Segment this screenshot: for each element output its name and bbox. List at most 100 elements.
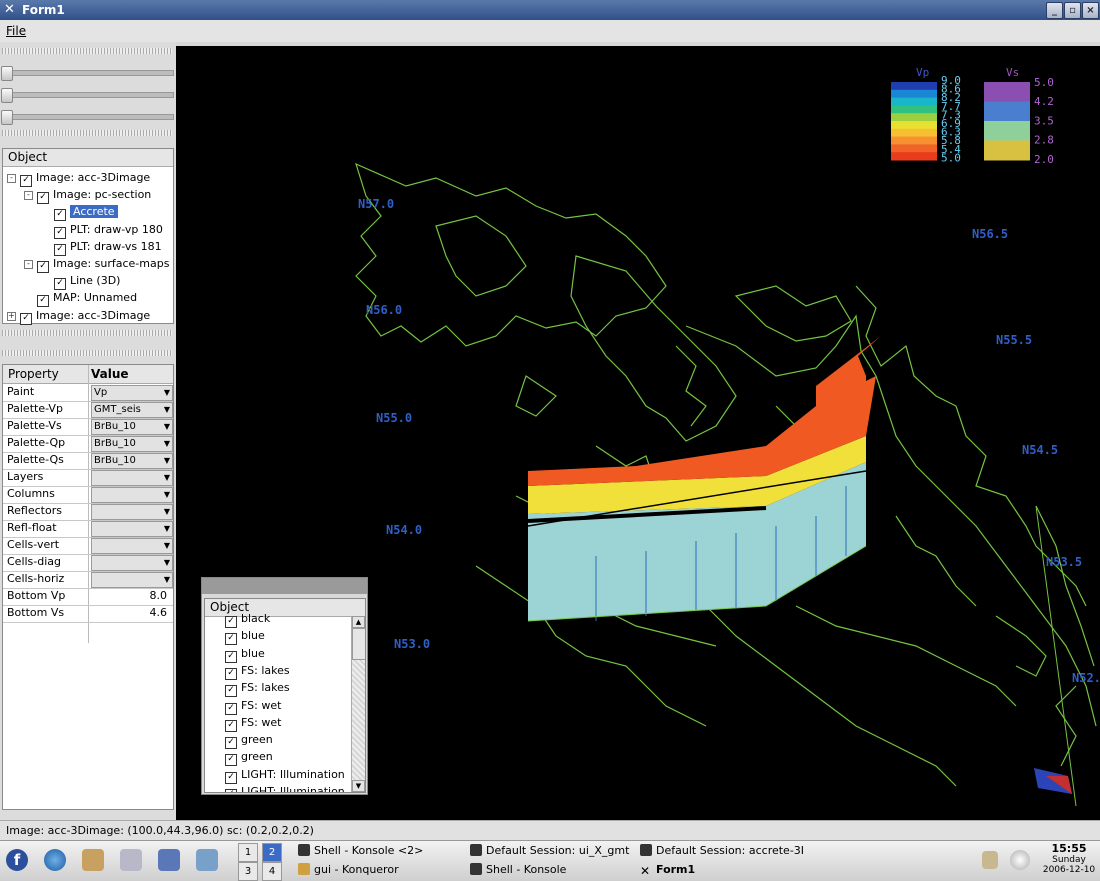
property-dropdown[interactable]: ▼: [91, 521, 173, 537]
property-dropdown[interactable]: ▼: [91, 470, 173, 486]
checkbox[interactable]: ✓: [225, 616, 237, 628]
expand-toggle[interactable]: -: [24, 260, 33, 269]
checkbox[interactable]: ✓: [37, 192, 49, 205]
expand-toggle[interactable]: -: [7, 174, 16, 183]
task-konsole[interactable]: Shell - Konsole: [470, 861, 566, 879]
property-dropdown[interactable]: ▼: [91, 487, 173, 503]
checkbox[interactable]: ✓: [54, 278, 66, 291]
object-list-item[interactable]: ✓ blue: [225, 645, 265, 663]
clock[interactable]: 15:55 Sunday 2006-12-10: [1040, 842, 1098, 875]
slider-2[interactable]: [1, 88, 174, 103]
splitter-handle[interactable]: [2, 48, 172, 54]
checkbox[interactable]: ✓: [225, 719, 237, 732]
checkbox[interactable]: ✓: [225, 650, 237, 663]
property-dropdown[interactable]: BrBu_10 ▼: [91, 436, 173, 452]
files-icon[interactable]: [158, 849, 180, 871]
header-property: Property: [8, 367, 59, 381]
pager-desktop-2[interactable]: 2: [262, 843, 282, 862]
slider-3[interactable]: [1, 110, 174, 125]
checkbox[interactable]: ✓: [20, 312, 32, 325]
mail-icon[interactable]: [82, 849, 104, 871]
checkbox[interactable]: ✓: [225, 667, 237, 680]
splitter-handle[interactable]: [2, 130, 172, 136]
task-session-ui[interactable]: Default Session: ui_X_gmt: [470, 842, 629, 860]
object-list-item[interactable]: ✓ FS: wet: [225, 714, 281, 732]
pager-desktop-1[interactable]: 1: [238, 843, 258, 862]
tree-item[interactable]: - ✓ Image: pc-section: [24, 186, 151, 205]
checkbox[interactable]: ✓: [225, 633, 237, 646]
object-list-item[interactable]: ✓ FS: wet: [225, 697, 281, 715]
checkbox[interactable]: ✓: [37, 295, 49, 308]
object-list-item[interactable]: ✓ LIGHT: Illumination: [225, 783, 345, 792]
checkbox[interactable]: ✓: [225, 702, 237, 715]
volume-icon[interactable]: [1010, 850, 1030, 870]
object-list-item[interactable]: ✓ FS: lakes: [225, 662, 290, 680]
scroll-down-button[interactable]: ▼: [352, 780, 365, 792]
slider-knob[interactable]: [1, 110, 13, 125]
object-list-item[interactable]: ✓ blue: [225, 627, 265, 646]
expand-toggle[interactable]: +: [7, 311, 16, 321]
checkbox[interactable]: ✓: [20, 175, 32, 187]
task-form1[interactable]: ✕ Form1: [640, 861, 695, 879]
property-dropdown[interactable]: ▼: [91, 555, 173, 571]
checkbox[interactable]: ✓: [54, 226, 66, 239]
task-konqueror[interactable]: gui - Konqueror: [298, 861, 399, 879]
scroll-thumb[interactable]: [352, 628, 365, 660]
fedora-menu-icon[interactable]: f: [6, 849, 28, 871]
checkbox[interactable]: ✓: [54, 209, 66, 222]
object-list-item[interactable]: ✓ black: [225, 610, 270, 628]
expand-toggle[interactable]: -: [24, 191, 33, 201]
checkbox[interactable]: ✓: [225, 685, 237, 698]
checkbox[interactable]: ✓: [37, 261, 49, 273]
pager-desktop-4[interactable]: 4: [262, 862, 282, 881]
property-dropdown[interactable]: ▼: [91, 572, 173, 588]
checkbox[interactable]: ✓: [54, 243, 66, 256]
checkbox[interactable]: ✓: [225, 754, 237, 767]
minimize-button[interactable]: _: [1046, 2, 1063, 19]
task-session-accrete[interactable]: Default Session: accrete-3I: [640, 842, 804, 860]
menu-file[interactable]: File: [6, 24, 26, 38]
slider-knob[interactable]: [1, 88, 13, 103]
tree-item[interactable]: + ✓ Image: acc-3Dimage: [7, 307, 150, 325]
maximize-button[interactable]: ▫: [1064, 2, 1081, 19]
object-list-scrollbar[interactable]: ▲ ▼: [351, 616, 365, 792]
tree-item[interactable]: ✓ Accrete: [41, 203, 118, 222]
tree-item[interactable]: ✓ MAP: Unnamed: [24, 289, 137, 308]
tree-item[interactable]: ✓ PLT: draw-vp 180: [41, 221, 163, 239]
property-dropdown[interactable]: BrBu_10 ▼: [91, 419, 173, 435]
splitter-handle[interactable]: [2, 350, 172, 356]
tree-item[interactable]: ✓ PLT: draw-vs 181: [41, 238, 162, 256]
property-name: Palette-Vs: [7, 419, 62, 432]
office-icon[interactable]: [120, 849, 142, 871]
splitter-handle[interactable]: [2, 330, 172, 336]
network-icon[interactable]: [196, 849, 218, 871]
task-konsole-2[interactable]: Shell - Konsole <2>: [298, 842, 423, 860]
scroll-up-button[interactable]: ▲: [352, 616, 365, 628]
clipboard-icon[interactable]: [982, 851, 998, 869]
checkbox[interactable]: ✓: [225, 789, 237, 792]
pager-desktop-3[interactable]: 3: [238, 862, 258, 881]
slider-1[interactable]: [1, 66, 174, 81]
dropdown-value: GMT_seis: [94, 404, 141, 415]
slider-knob[interactable]: [1, 66, 13, 81]
window-titlebar[interactable]: [202, 578, 367, 594]
property-number-field[interactable]: 4.6: [91, 606, 171, 620]
property-dropdown[interactable]: Vp ▼: [91, 385, 173, 401]
browser-icon[interactable]: [44, 849, 66, 871]
property-number-field[interactable]: 8.0: [91, 589, 171, 603]
checkbox[interactable]: ✓: [225, 771, 237, 784]
object-list-item[interactable]: ✓ FS: lakes: [225, 679, 290, 698]
checkbox[interactable]: ✓: [225, 737, 237, 750]
object-list-window[interactable]: Object ✓ black ✓ blue ✓ blue ✓ FS: lakes ✓ FS: la…: [201, 577, 368, 795]
property-dropdown[interactable]: ▼: [91, 538, 173, 554]
tree-item[interactable]: ✓ Line (3D): [41, 272, 120, 291]
object-list-item[interactable]: ✓ green: [225, 731, 273, 750]
tree-item[interactable]: - ✓ Image: acc-3Dimage: [7, 169, 150, 187]
close-button[interactable]: ×: [1082, 2, 1099, 19]
property-dropdown[interactable]: ▼: [91, 504, 173, 520]
object-list-item[interactable]: ✓ green: [225, 748, 273, 767]
property-dropdown[interactable]: BrBu_10 ▼: [91, 453, 173, 469]
object-list-item[interactable]: ✓ LIGHT: Illumination: [225, 766, 345, 784]
tree-item[interactable]: - ✓ Image: surface-maps: [24, 255, 169, 273]
property-dropdown[interactable]: GMT_seis ▼: [91, 402, 173, 418]
